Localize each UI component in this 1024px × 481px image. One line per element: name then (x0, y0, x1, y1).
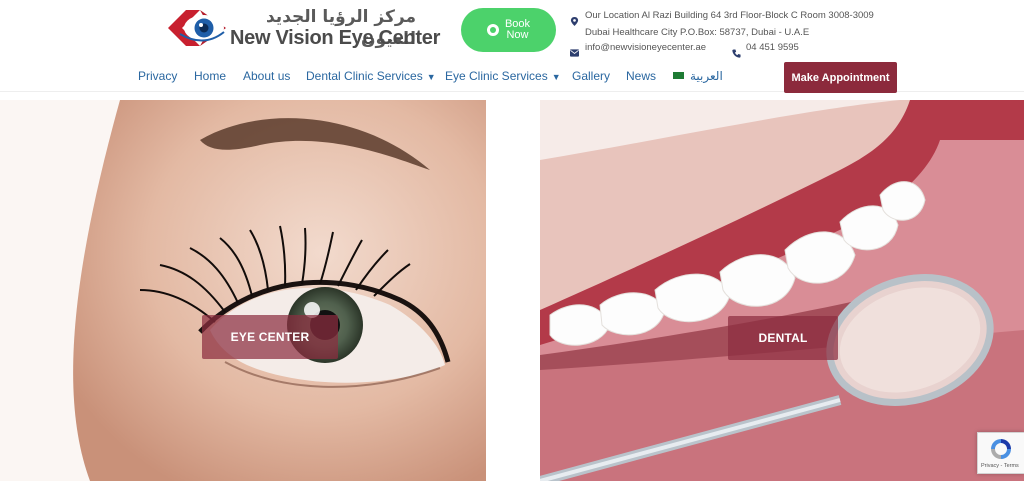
site-header: مركز الرؤيا الجديد للعيون New Vision Eye… (0, 0, 1024, 60)
saudi-flag-icon (673, 72, 684, 80)
address-line-1: Our Location Al Razi Building 64 3rd Flo… (585, 10, 874, 21)
whatsapp-icon (486, 24, 499, 36)
email-link[interactable]: info@newvisioneyecenter.ae (585, 42, 706, 53)
dental-photo (540, 100, 1024, 481)
nav-dental-services[interactable]: Dental Clinic Services ▼ (306, 69, 436, 83)
nav-home-label: Home (194, 69, 227, 83)
nav-about-us[interactable]: About us (243, 69, 290, 83)
nav-arabic-language[interactable]: العربية (673, 69, 723, 83)
nav-gallery-label: Gallery (572, 69, 611, 83)
nav-about-label: About us (243, 69, 291, 83)
dental-panel[interactable]: DENTAL (540, 100, 1024, 481)
nav-eye-services[interactable]: Eye Clinic Services ▼ (445, 69, 561, 83)
location-pin-icon (570, 17, 579, 26)
book-now-line2: Now (506, 29, 529, 41)
recaptcha-text[interactable]: Privacy - Terms (981, 463, 1019, 469)
phone-link[interactable]: 04 451 9595 (746, 42, 799, 53)
chevron-down-icon: ▼ (551, 72, 561, 82)
nav-home[interactable]: Home (194, 69, 226, 83)
eye-photo (0, 100, 486, 481)
nav-dental-label: Dental Clinic Services (306, 69, 423, 83)
logo-english-text: New Vision Eye Center (230, 27, 441, 49)
nav-news[interactable]: News (626, 69, 656, 83)
eye-center-panel[interactable]: EYE CENTER (0, 100, 486, 481)
nav-privacy-label: Privacy (138, 69, 178, 83)
dental-button[interactable]: DENTAL (728, 316, 838, 360)
nav-arabic-label: العربية (690, 69, 723, 83)
nav-privacy[interactable]: Privacy (138, 69, 177, 83)
recaptcha-icon (991, 439, 1011, 459)
nav-gallery[interactable]: Gallery (572, 69, 610, 83)
make-appointment-button[interactable]: Make Appointment (784, 62, 897, 93)
mail-icon (570, 49, 579, 57)
main-nav: Privacy Home About us Dental Clinic Serv… (0, 62, 1024, 93)
eye-center-button[interactable]: EYE CENTER (202, 315, 338, 359)
chevron-down-icon: ▼ (426, 72, 436, 82)
phone-icon (732, 49, 741, 58)
book-now-button[interactable]: Book Now (461, 8, 556, 52)
site-logo[interactable]: مركز الرؤيا الجديد للعيون New Vision Eye… (166, 6, 440, 50)
eye-logo-icon (168, 10, 226, 46)
nav-eye-label: Eye Clinic Services (445, 69, 548, 83)
nav-news-label: News (626, 69, 657, 83)
recaptcha-badge[interactable]: Privacy - Terms (977, 432, 1024, 474)
address-line-2: Dubai Healthcare City P.O.Box: 58737, Du… (585, 27, 810, 38)
